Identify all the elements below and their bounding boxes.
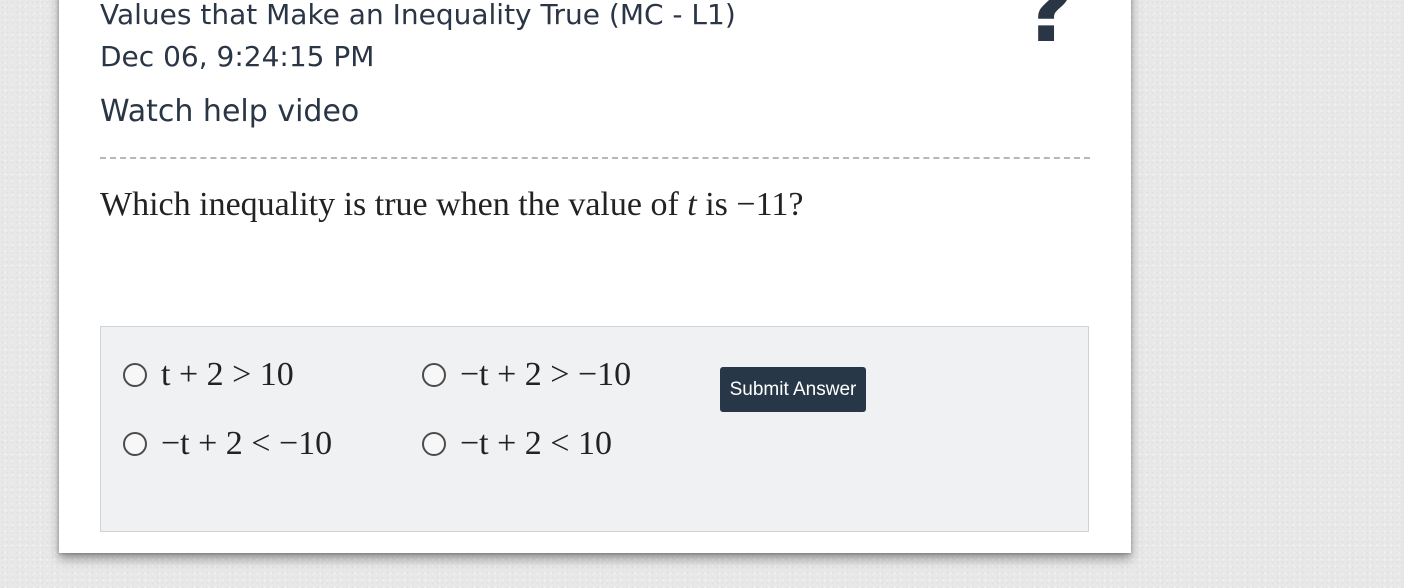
radio-button-icon[interactable] [123, 363, 147, 387]
radio-button-icon[interactable] [123, 432, 147, 456]
question-text-middle: is [696, 186, 737, 223]
watch-help-video-link[interactable]: Watch help video [100, 94, 359, 129]
question-text-after: ? [788, 186, 804, 223]
answer-option-3[interactable]: −t + 2 < −10 [123, 424, 332, 464]
answer-option-label: −t + 2 < 10 [460, 425, 612, 462]
question-mark-icon[interactable]: ? [1009, 0, 1089, 58]
answer-option-2[interactable]: −t + 2 > −10 [422, 355, 631, 395]
exercise-timestamp: Dec 06, 9:24:15 PM [100, 40, 375, 73]
answer-option-4[interactable]: −t + 2 < 10 [422, 424, 612, 464]
submit-answer-button[interactable]: Submit Answer [720, 367, 866, 412]
question-value: −11 [736, 186, 789, 223]
question-text-before: Which inequality is true when the value … [100, 186, 688, 223]
answer-choices-panel: t + 2 > 10 −t + 2 > −10 −t + 2 < −10 −t … [100, 326, 1089, 532]
answer-option-label: t + 2 > 10 [161, 356, 294, 393]
answer-option-label: −t + 2 < −10 [161, 425, 333, 462]
exercise-title: Values that Make an Inequality True (MC … [100, 0, 736, 31]
radio-button-icon[interactable] [422, 363, 446, 387]
answer-option-1[interactable]: t + 2 > 10 [123, 355, 294, 395]
radio-button-icon[interactable] [422, 432, 446, 456]
question-variable: t [687, 186, 697, 223]
question-text: Which inequality is true when the value … [100, 186, 803, 224]
dashed-divider [100, 157, 1090, 159]
exercise-card: Values that Make an Inequality True (MC … [59, 0, 1131, 553]
question-mark-glyph: ? [1022, 0, 1076, 58]
answer-option-label: −t + 2 > −10 [460, 356, 632, 393]
